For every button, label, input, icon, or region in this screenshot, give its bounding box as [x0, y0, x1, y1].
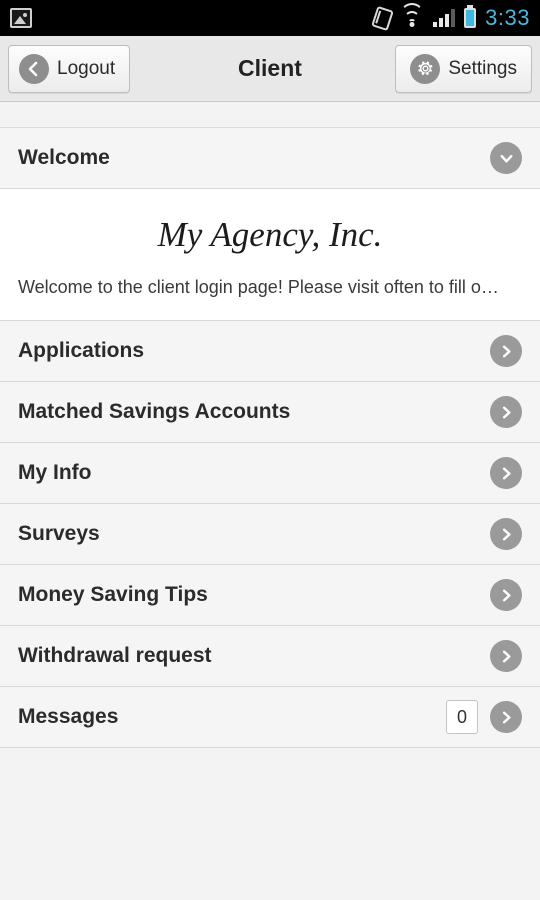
- status-bar-right: 3:33: [371, 3, 530, 31]
- list-item-label: Money Saving Tips: [18, 583, 208, 606]
- chevron-right-icon[interactable]: [490, 396, 522, 428]
- logout-button-label: Logout: [57, 57, 116, 79]
- logout-button[interactable]: Logout: [8, 44, 131, 93]
- messages-count-badge: 0: [446, 700, 478, 734]
- settings-button[interactable]: Settings: [395, 44, 532, 93]
- chevron-right-icon[interactable]: [490, 335, 522, 367]
- list-item-label: My Info: [18, 461, 92, 484]
- wifi-icon: [400, 3, 425, 27]
- chevron-right-icon[interactable]: [490, 701, 522, 733]
- chevron-down-icon[interactable]: [490, 142, 522, 174]
- rotation-lock-icon: [371, 5, 395, 31]
- list-item-label: Withdrawal request: [18, 644, 212, 667]
- empty-area: [0, 748, 540, 900]
- chevron-right-icon[interactable]: [490, 457, 522, 489]
- image-icon: [10, 8, 32, 28]
- chevron-right-icon[interactable]: [490, 518, 522, 550]
- list-item-matched-savings-accounts[interactable]: Matched Savings Accounts: [0, 382, 540, 443]
- top-spacer: [0, 102, 540, 128]
- back-arrow-icon: [19, 53, 49, 84]
- gear-icon: [410, 53, 441, 84]
- list-item-label: Applications: [18, 339, 145, 362]
- list-item-label: Messages: [18, 705, 119, 728]
- list-item-surveys[interactable]: Surveys: [0, 504, 540, 565]
- chevron-right-icon[interactable]: [490, 640, 522, 672]
- app-screen: 3:33 Logout Client Settings Welcome My A…: [0, 0, 540, 900]
- list-item-withdrawal-request[interactable]: Withdrawal request: [0, 626, 540, 687]
- status-bar-clock: 3:33: [485, 5, 530, 30]
- list-item-money-saving-tips[interactable]: Money Saving Tips: [0, 565, 540, 626]
- welcome-message: Welcome to the client login page! Please…: [18, 277, 499, 297]
- action-bar: Logout Client Settings: [0, 36, 540, 102]
- list-item-label: Surveys: [18, 522, 100, 545]
- welcome-section-header[interactable]: Welcome: [0, 128, 540, 189]
- agency-name: My Agency, Inc.: [157, 215, 383, 254]
- status-bar-left: [10, 8, 32, 28]
- list-item-my-info[interactable]: My Info: [0, 443, 540, 504]
- settings-button-label: Settings: [448, 57, 517, 79]
- list-item-label: Matched Savings Accounts: [18, 400, 291, 423]
- battery-icon: [464, 8, 477, 28]
- chevron-right-icon[interactable]: [490, 579, 522, 611]
- status-bar: 3:33: [0, 0, 540, 36]
- welcome-body: My Agency, Inc. Welcome to the client lo…: [0, 189, 540, 321]
- list-item-applications[interactable]: Applications: [0, 321, 540, 382]
- welcome-section-label: Welcome: [18, 146, 110, 169]
- signal-icon: [433, 9, 456, 27]
- list-item-messages[interactable]: Messages 0: [0, 687, 540, 748]
